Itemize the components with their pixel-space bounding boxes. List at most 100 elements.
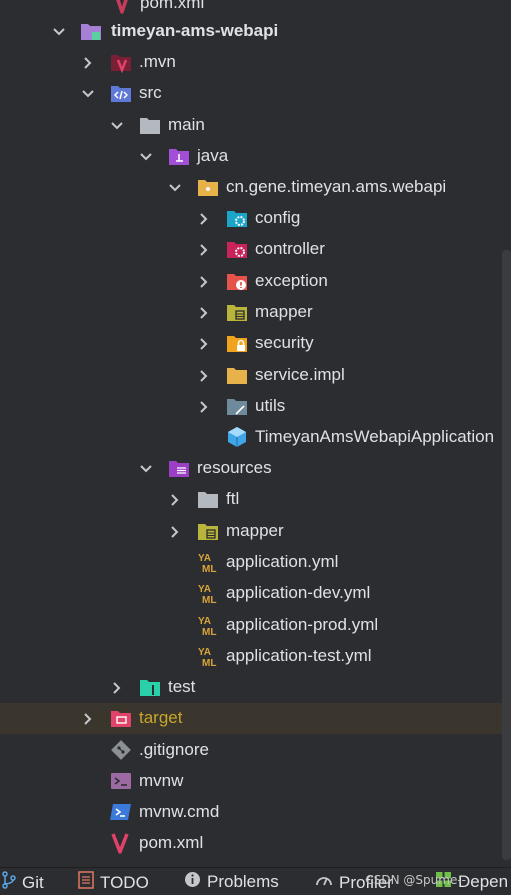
- gauge-icon: [315, 871, 333, 894]
- tree-item-config[interactable]: config: [0, 203, 511, 234]
- tree-item-package[interactable]: cn.gene.timeyan.ams.webapi: [0, 172, 511, 203]
- chevron-right-icon[interactable]: [81, 56, 95, 70]
- tree-item-application-dev-yml[interactable]: YA ML application-dev.yml: [0, 578, 511, 609]
- todo-label: TODO: [100, 872, 149, 892]
- tree-item-label: application-test.yml: [226, 646, 372, 665]
- todo-tool-button[interactable]: TODO: [78, 871, 149, 894]
- chevron-right-icon[interactable]: [168, 493, 182, 507]
- tree-item-label: test: [168, 677, 196, 696]
- mapper-folder-icon: [197, 520, 219, 542]
- tree-item-utils[interactable]: utils: [0, 391, 511, 422]
- folder-icon: [197, 488, 219, 510]
- spring-boot-class-icon: [226, 426, 248, 448]
- tree-item-label: ftl: [226, 489, 240, 508]
- tree-item-security[interactable]: security: [0, 328, 511, 359]
- chevron-down-icon[interactable]: [81, 87, 95, 101]
- tree-item-resources-mapper[interactable]: mapper: [0, 516, 511, 547]
- module-folder-icon: [80, 20, 102, 42]
- excluded-folder-icon: [110, 707, 132, 729]
- tree-item-mvn[interactable]: .mvn: [0, 47, 511, 78]
- chevron-down-icon[interactable]: [139, 150, 153, 164]
- tree-item-application-test-yml[interactable]: YA ML application-test.yml: [0, 641, 511, 672]
- svg-text:YA: YA: [198, 616, 211, 627]
- exception-folder-icon: [226, 270, 248, 292]
- yaml-file-icon: YA ML: [197, 551, 219, 573]
- tree-item-label: service.impl: [255, 365, 345, 384]
- chevron-right-icon[interactable]: [110, 681, 124, 695]
- tree-item-src[interactable]: src: [0, 78, 511, 109]
- git-tool-button[interactable]: Git: [2, 871, 44, 894]
- chevron-down-icon[interactable]: [168, 181, 182, 195]
- tree-item-label: mapper: [226, 521, 284, 540]
- tree-item-java[interactable]: java: [0, 141, 511, 172]
- chevron-down-icon[interactable]: [110, 119, 124, 133]
- tree-item-label: mapper: [255, 302, 313, 321]
- source-folder-icon: [110, 82, 132, 104]
- tree-item-label: utils: [255, 396, 286, 415]
- chevron-right-icon[interactable]: [197, 400, 211, 414]
- chevron-down-icon[interactable]: [139, 462, 153, 476]
- tree-item-application-class[interactable]: TimeyanAmsWebapiApplication: [0, 422, 511, 453]
- tree-item-test[interactable]: test: [0, 672, 511, 703]
- tree-item-label: application-prod.yml: [226, 615, 379, 634]
- tree-item-label: .gitignore: [139, 740, 209, 759]
- folder-icon: [139, 114, 161, 136]
- problems-tool-button[interactable]: Problems: [184, 871, 279, 893]
- todo-list-icon: [78, 871, 94, 894]
- tree-item-exception[interactable]: exception: [0, 266, 511, 297]
- tree-item-mvnw[interactable]: mvnw: [0, 766, 511, 797]
- tree-item-label: application-dev.yml: [226, 583, 371, 602]
- tree-item-resources[interactable]: resources: [0, 453, 511, 484]
- git-branch-icon: [2, 871, 16, 894]
- controller-folder-icon: [226, 238, 248, 260]
- tree-item-controller[interactable]: controller: [0, 234, 511, 265]
- info-circle-icon: [184, 871, 201, 893]
- chevron-right-icon[interactable]: [197, 369, 211, 383]
- tree-item-label: config: [255, 208, 301, 227]
- tree-item-label: controller: [255, 239, 325, 258]
- problems-label: Problems: [207, 872, 279, 891]
- chevron-right-icon[interactable]: [168, 525, 182, 539]
- tree-item-mvnw-cmd[interactable]: mvnw.cmd: [0, 797, 511, 828]
- tree-item-label: java: [197, 146, 229, 165]
- package-folder-icon: [226, 364, 248, 386]
- utils-folder-icon: [226, 395, 248, 417]
- tree-item-label: target: [139, 708, 183, 727]
- chevron-right-icon[interactable]: [197, 243, 211, 257]
- svg-text:ML: ML: [202, 658, 216, 667]
- tree-item-application-yml[interactable]: YA ML application.yml: [0, 547, 511, 578]
- test-folder-icon: [139, 676, 161, 698]
- tree-item-label: application.yml: [226, 552, 339, 571]
- tree-item-pom[interactable]: pom.xml: [0, 828, 511, 859]
- tree-item-gitignore[interactable]: .gitignore: [0, 735, 511, 766]
- maven-icon: [112, 0, 134, 14]
- tree-item-label: .mvn: [139, 52, 176, 71]
- tree-item-module[interactable]: timeyan-ams-webapi: [0, 16, 511, 47]
- tree-item-label: cn.gene.timeyan.ams.webapi: [226, 177, 447, 196]
- vertical-scrollbar[interactable]: [502, 250, 511, 860]
- tree-item-ftl[interactable]: ftl: [0, 484, 511, 515]
- package-folder-icon: [197, 176, 219, 198]
- tree-item-main[interactable]: main: [0, 110, 511, 141]
- config-folder-icon: [226, 207, 248, 229]
- chevron-right-icon[interactable]: [197, 306, 211, 320]
- svg-text:YA: YA: [198, 553, 211, 564]
- chevron-right-icon[interactable]: [197, 275, 211, 289]
- chevron-right-icon[interactable]: [81, 712, 95, 726]
- tree-item-mapper[interactable]: mapper: [0, 297, 511, 328]
- tree-item-label: timeyan-ams-webapi: [111, 21, 279, 40]
- tree-item-target[interactable]: target: [0, 703, 511, 734]
- chevron-right-icon[interactable]: [197, 212, 211, 226]
- yaml-file-icon: YA ML: [197, 582, 219, 604]
- tree-item-application-prod-yml[interactable]: YA ML application-prod.yml: [0, 610, 511, 641]
- tree-item-label: main: [168, 115, 205, 134]
- chevron-right-icon[interactable]: [197, 337, 211, 351]
- resources-folder-icon: [168, 457, 190, 479]
- maven-icon: [110, 832, 132, 854]
- chevron-down-icon[interactable]: [52, 25, 66, 39]
- tree-item-service-impl[interactable]: service.impl: [0, 360, 511, 391]
- yaml-file-icon: YA ML: [197, 645, 219, 667]
- tree-item-label: resources: [197, 458, 272, 477]
- java-source-folder-icon: [168, 145, 190, 167]
- tree-item-label: pom.xml: [139, 833, 204, 852]
